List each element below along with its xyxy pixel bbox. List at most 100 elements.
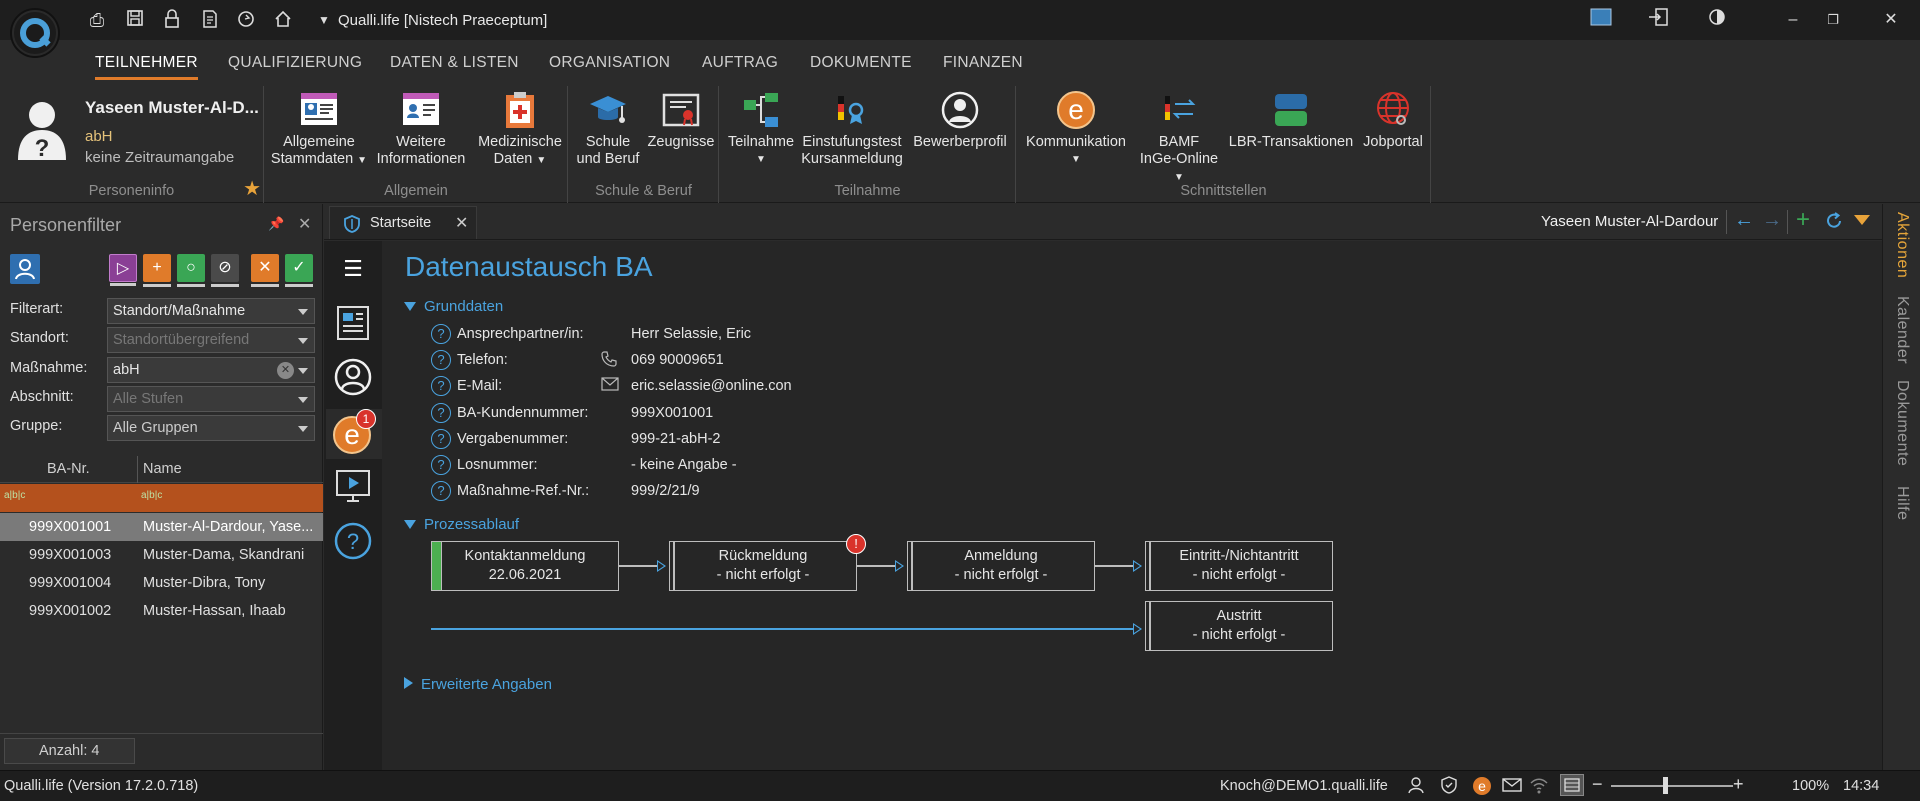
allgemeine-stammdaten-button[interactable]: Allgemeine Stammdaten ▼ [269,90,369,169]
menu-tab-daten-listen[interactable]: DATEN & LISTEN [390,54,519,72]
section-erweiterte-angaben[interactable]: Erweiterte Angaben [404,676,552,693]
refresh-icon[interactable] [234,9,258,31]
news-icon[interactable] [333,303,373,343]
field-value[interactable]: eric.selassie@online.con [631,378,792,394]
side-tab-aktionen[interactable]: Aktionen [1893,212,1911,278]
section-prozessablauf[interactable]: Prozessablauf [404,516,519,533]
export-list-icon[interactable] [198,9,222,31]
mail-icon[interactable] [601,377,619,396]
filterart-select[interactable]: Standort/Maßnahme [107,298,315,324]
menu-tab-auftrag[interactable]: AUFTRAG [702,54,778,72]
bamf-inge-button[interactable]: BAMF InGe-Online ▼ [1133,90,1225,186]
menu-tab-finanzen[interactable]: FINANZEN [943,54,1023,72]
zeugnisse-button[interactable]: Zeugnisse [645,90,717,151]
table-row[interactable]: 999X001003 Muster-Dama, Skandrani [0,541,323,569]
column-header-name[interactable]: Name [143,461,182,477]
sign-in-icon[interactable] [1645,8,1671,32]
help-question-icon[interactable]: ? [431,350,451,370]
print-icon[interactable]: ⎙ [85,9,109,31]
help-question-icon[interactable]: ? [431,455,451,475]
table-row[interactable]: 999X001004 Muster-Dibra, Tony [0,569,323,597]
user-icon[interactable] [1407,776,1425,798]
layout-icon[interactable] [1588,8,1614,32]
save-icon[interactable] [123,9,147,31]
minimize-icon[interactable]: – [1780,8,1806,32]
filter-confirm-button[interactable]: ✓ [285,254,313,287]
filter-blocked-button[interactable]: ⊘ [211,254,239,287]
help-question-icon[interactable]: ? [431,324,451,344]
help-question-icon[interactable]: ? [431,403,451,423]
side-tab-kalender[interactable]: Kalender [1893,296,1911,364]
section-grunddaten[interactable]: Grunddaten [404,298,503,315]
table-filter-row[interactable]: a|b|c a|b|c [0,484,323,512]
zoom-slider-thumb[interactable] [1663,777,1668,794]
user-profile-icon[interactable] [333,357,373,397]
favorite-star-icon[interactable]: ★ [243,176,261,201]
teilnahme-button[interactable]: Teilnahme ▼ [724,90,798,168]
kommunikation-button[interactable]: e Kommunikation ▼ [1021,90,1131,168]
hamburger-menu-icon[interactable]: ☰ [333,249,373,289]
abschnitt-select[interactable]: Alle Stufen [107,386,315,412]
zoom-in-icon[interactable]: + [1733,774,1744,795]
process-step-eintritt[interactable]: Eintritt-/Nichtantritt - nicht erfolgt - [1145,541,1333,591]
bewerberprofil-button[interactable]: Bewerberprofil [908,90,1012,151]
home-icon[interactable] [271,9,295,31]
help-question-icon[interactable]: ? [431,429,451,449]
presentation-icon[interactable] [333,466,373,506]
layout-view-icon[interactable] [1560,774,1584,796]
app-logo[interactable] [12,10,58,56]
lbr-transaktionen-button[interactable]: LBR-Transaktionen [1227,90,1355,151]
gruppe-select[interactable]: Alle Gruppen [107,415,315,441]
filter-play-button[interactable]: ▷ [109,254,137,286]
side-tab-hilfe[interactable]: Hilfe [1893,486,1911,521]
panel-close-icon[interactable]: ✕ [298,214,311,234]
phone-icon[interactable] [601,351,617,372]
menu-tab-dokumente[interactable]: DOKUMENTE [810,54,912,72]
forward-arrow-icon[interactable]: → [1762,209,1782,232]
shield-check-icon[interactable] [1440,776,1458,798]
zoom-out-icon[interactable]: − [1592,774,1603,795]
communication-module-button[interactable]: e 1 [326,409,382,459]
mail-icon[interactable] [1502,778,1522,796]
help-icon[interactable]: ? [333,521,373,561]
tab-close-icon[interactable]: ✕ [455,213,468,233]
table-row[interactable]: 999X001002 Muster-Hassan, Ihaab [0,597,323,625]
medizinische-daten-button[interactable]: Medizinische Daten ▼ [473,90,567,169]
process-step-rueckmeldung[interactable]: Rückmeldung - nicht erfolgt - ! [669,534,866,591]
help-question-icon[interactable]: ? [431,376,451,396]
dropdown-icon[interactable] [1854,215,1870,225]
back-arrow-icon[interactable]: ← [1734,209,1754,232]
add-icon[interactable]: + [1796,206,1810,234]
tab-startseite[interactable]: Startseite ✕ [329,206,477,239]
process-step-kontaktanmeldung[interactable]: Kontaktanmeldung 22.06.2021 [431,541,619,591]
side-tab-dokumente[interactable]: Dokumente [1893,380,1911,466]
wifi-icon[interactable] [1529,776,1549,798]
column-header-ba-nr[interactable]: BA-Nr. [47,461,90,477]
person-avatar-icon[interactable]: ? [14,98,70,162]
filter-cancel-button[interactable]: ✕ [251,254,279,287]
table-row[interactable]: 999X001001 Muster-Al-Dardour, Yase... [0,513,323,541]
jobportal-button[interactable]: Jobportal [1357,90,1429,151]
restore-icon[interactable]: ❐ [1820,8,1846,32]
menu-tab-qualifizierung[interactable]: QUALIFIZIERUNG [228,54,362,72]
theme-toggle-icon[interactable] [1704,8,1730,32]
weitere-informationen-button[interactable]: Weitere Informationen [371,90,471,168]
close-icon[interactable]: ✕ [1878,8,1904,32]
einstufungstest-button[interactable]: Einstufungstest Kursanmeldung [800,90,904,168]
e-communication-icon[interactable]: e [1472,776,1492,800]
quick-access-dropdown-icon[interactable]: ▼ [312,9,336,31]
pin-icon[interactable]: 📌 [268,216,284,232]
filter-add-button[interactable]: + [143,254,171,287]
menu-tab-teilnehmer[interactable]: TEILNEHMER [95,54,198,80]
process-step-anmeldung[interactable]: Anmeldung - nicht erfolgt - [907,541,1095,591]
help-question-icon[interactable]: ? [431,481,451,501]
schule-beruf-button[interactable]: Schule und Beruf [573,90,643,168]
reload-icon[interactable] [1824,211,1844,235]
person-filter-user-icon[interactable] [10,254,40,284]
standort-select[interactable]: Standortübergreifend [107,327,315,353]
menu-tab-organisation[interactable]: ORGANISATION [549,54,670,72]
zoom-slider[interactable] [1611,785,1733,787]
filter-circle-button[interactable]: ○ [177,254,205,287]
lock-icon[interactable] [160,9,184,31]
clear-icon[interactable]: ✕ [277,362,294,379]
